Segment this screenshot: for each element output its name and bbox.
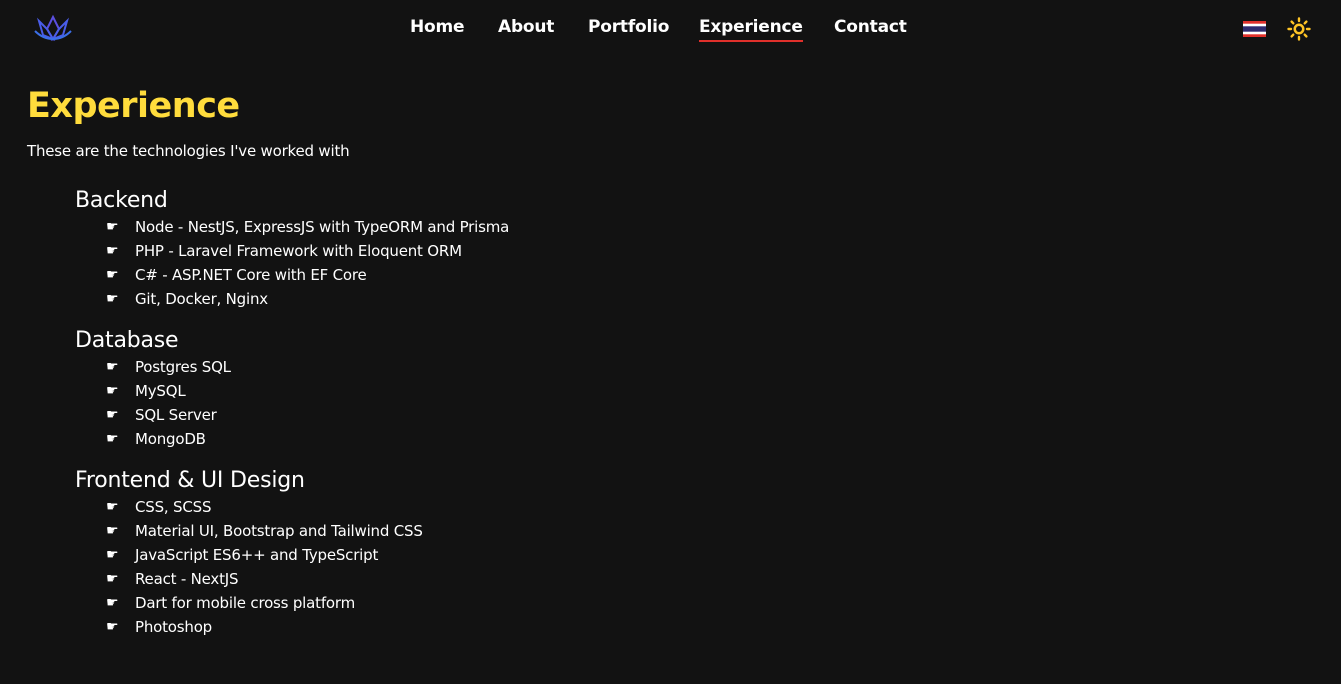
pointing-hand-icon: ☛ [106, 619, 119, 635]
section-frontend: Frontend & UI Design ☛ CSS, SCSS ☛ Materia… [75, 467, 423, 639]
list-item: ☛ CSS, SCSS [75, 495, 423, 519]
lotus-logo-icon[interactable] [33, 13, 73, 43]
section-title: Database [75, 328, 179, 353]
thailand-flag-icon[interactable] [1243, 21, 1266, 37]
section-title: Backend [75, 188, 168, 213]
list-item: ☛ Git, Docker, Nginx [75, 287, 509, 311]
nav-experience-link[interactable]: Experience [699, 17, 803, 42]
page-title: Experience [27, 86, 240, 126]
list-item: ☛ MySQL [75, 379, 231, 403]
nav-contact-link[interactable]: Contact [834, 17, 907, 40]
list-item: ☛ React - NextJS [75, 567, 423, 591]
pointing-hand-icon: ☛ [106, 547, 119, 563]
pointing-hand-icon: ☛ [106, 595, 119, 611]
top-navbar: Home About Portfolio Experience Contact [0, 0, 1341, 58]
pointing-hand-icon: ☛ [106, 359, 119, 375]
pointing-hand-icon: ☛ [106, 523, 119, 539]
list-item: ☛ SQL Server [75, 403, 231, 427]
pointing-hand-icon: ☛ [106, 243, 119, 259]
list-item: ☛ Dart for mobile cross platform [75, 591, 423, 615]
list-item: ☛ C# - ASP.NET Core with EF Core [75, 263, 509, 287]
pointing-hand-icon: ☛ [106, 267, 119, 283]
nav-portfolio-link[interactable]: Portfolio [588, 17, 669, 40]
pointing-hand-icon: ☛ [106, 499, 119, 515]
list-item: ☛ MongoDB [75, 427, 231, 451]
pointing-hand-icon: ☛ [106, 571, 119, 587]
nav-home-link[interactable]: Home [410, 17, 465, 40]
list-item: ☛ Photoshop [75, 615, 423, 639]
list-item: ☛ Node - NestJS, ExpressJS with TypeORM a… [75, 215, 509, 239]
list-item: ☛ JavaScript ES6++ and TypeScript [75, 543, 423, 567]
pointing-hand-icon: ☛ [106, 407, 119, 423]
section-backend: Backend ☛ Node - NestJS, ExpressJS with T… [75, 187, 509, 311]
pointing-hand-icon: ☛ [106, 291, 119, 307]
pointing-hand-icon: ☛ [106, 383, 119, 399]
pointing-hand-icon: ☛ [106, 219, 119, 235]
list-item: ☛ PHP - Laravel Framework with Eloquent O… [75, 239, 509, 263]
list-item: ☛ Material UI, Bootstrap and Tailwind CSS [75, 519, 423, 543]
nav-about-link[interactable]: About [498, 17, 554, 40]
section-title: Frontend & UI Design [75, 468, 305, 493]
page-subtitle: These are the technologies I've worked w… [27, 142, 350, 160]
section-database: Database ☛ Postgres SQL ☛ MySQL ☛ SQL Serve… [75, 327, 231, 451]
pointing-hand-icon: ☛ [106, 431, 119, 447]
list-item: ☛ Postgres SQL [75, 355, 231, 379]
sun-icon[interactable] [1287, 17, 1311, 41]
